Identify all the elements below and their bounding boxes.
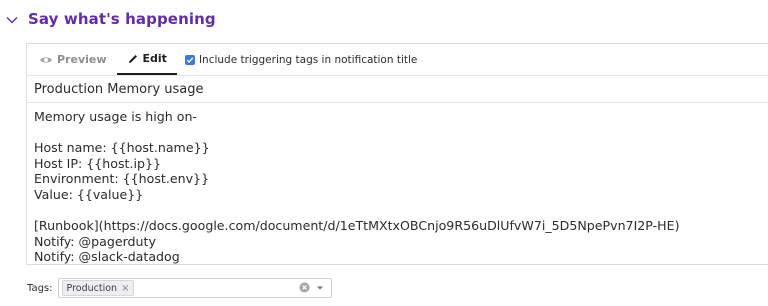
pencil-icon — [128, 54, 137, 63]
tab-preview[interactable]: Preview — [29, 44, 117, 75]
clear-icon[interactable] — [299, 282, 310, 293]
tag-chip: Production × — [61, 280, 135, 296]
body-line: Notify: @pagerduty — [34, 233, 156, 249]
notification-editor-panel: Say what's happening Preview Edit Includ… — [0, 0, 768, 306]
notification-title-input[interactable]: Production Memory usage — [27, 76, 768, 103]
chevron-down-icon[interactable] — [5, 12, 19, 26]
tab-edit-label: Edit — [142, 52, 167, 65]
body-line — [34, 203, 768, 219]
body-line: Notify: @slack-datadog — [34, 249, 180, 265]
include-tags-option[interactable]: Include triggering tags in notification … — [184, 53, 418, 66]
section-header[interactable]: Say what's happening — [5, 9, 216, 29]
body-line: Host IP: {{host.ip}} — [34, 155, 161, 171]
tag-remove-icon[interactable]: × — [121, 283, 129, 294]
body-line: Host name: {{host.name}} — [34, 140, 210, 156]
body-line — [34, 125, 768, 141]
body-line: Value: {{value}} — [34, 186, 144, 202]
tab-preview-label: Preview — [57, 53, 107, 66]
dropdown-caret-icon[interactable] — [315, 284, 325, 292]
message-editor: Preview Edit Include triggering tags in … — [26, 43, 768, 265]
tag-chip-label: Production — [66, 282, 118, 294]
notification-body-textarea[interactable]: Memory usage is high on- Host name: {{ho… — [27, 103, 768, 271]
include-tags-label: Include triggering tags in notification … — [198, 53, 418, 66]
section-title: Say what's happening — [28, 10, 216, 28]
eye-icon — [40, 56, 52, 63]
tab-edit[interactable]: Edit — [116, 44, 177, 75]
tags-controls — [299, 282, 325, 293]
tags-input[interactable]: Production × — [57, 278, 332, 298]
check-icon — [186, 56, 194, 63]
editor-toolbar: Preview Edit Include triggering tags in … — [27, 44, 768, 76]
body-line: [Runbook](https://docs.google.com/docume… — [34, 218, 680, 234]
body-line: Environment: {{host.env}} — [34, 171, 210, 187]
tags-field: Tags: Production × — [27, 278, 332, 298]
include-tags-checkbox[interactable] — [184, 54, 195, 65]
tags-label: Tags: — [27, 282, 53, 294]
body-line: Memory usage is high on- — [34, 109, 197, 124]
